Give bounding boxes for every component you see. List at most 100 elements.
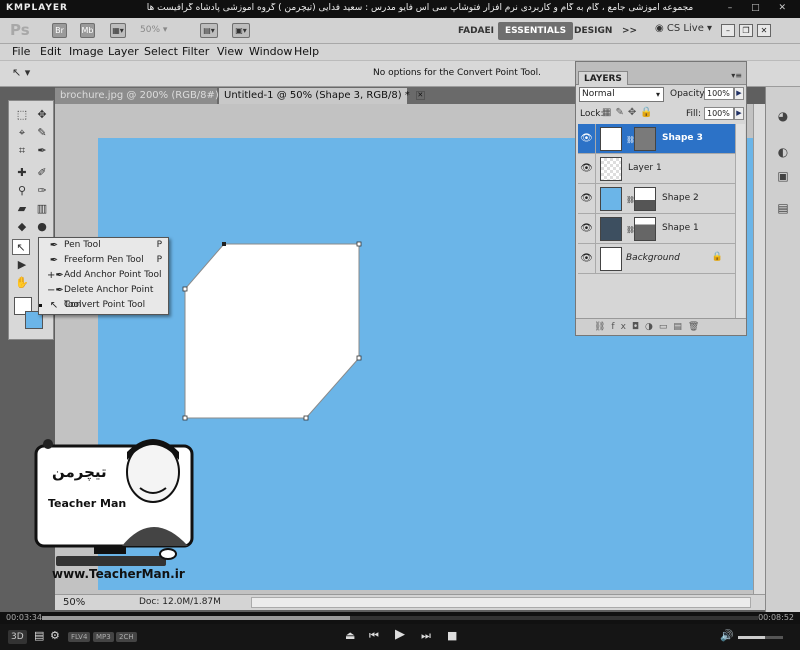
menu-select[interactable]: Select (144, 45, 178, 58)
cs-live-button[interactable]: ◉ CS Live ▾ (655, 23, 712, 34)
clone-stamp-tool-icon[interactable]: ⚲ (13, 183, 31, 199)
opacity-input[interactable]: 100% (704, 87, 734, 100)
anchor-point[interactable] (356, 241, 362, 247)
restore-icon[interactable]: ❐ (739, 24, 753, 37)
more-workspaces-icon[interactable]: >> (615, 22, 644, 40)
playlist-icon[interactable]: ▤ (34, 629, 44, 642)
menu-filter[interactable]: Filter (182, 45, 209, 58)
minimize-icon[interactable]: – (721, 24, 735, 37)
gradient-tool-icon[interactable]: ▥ (33, 201, 51, 217)
hand-tool-icon[interactable]: ✋ (13, 275, 31, 291)
vector-mask-thumbnail[interactable] (634, 217, 656, 241)
dodge-tool-icon[interactable]: ● (33, 219, 51, 235)
menu-layer[interactable]: Layer (108, 45, 139, 58)
status-zoom[interactable]: 50% (63, 597, 85, 608)
workspace-fadaei[interactable]: FADAEI (451, 22, 501, 40)
menu-help[interactable]: Help (294, 45, 319, 58)
pen-tool-icon[interactable]: ↖ (12, 239, 30, 255)
opacity-arrow-icon[interactable]: ▶ (734, 87, 744, 100)
flyout-add-anchor-point-tool[interactable]: +✒ Add Anchor Point Tool (39, 268, 168, 283)
layers-panel-footer[interactable]: ⛓fx◘◑▭▤🗑 (576, 318, 746, 335)
layers-scrollbar[interactable] (735, 124, 745, 320)
tab-layers[interactable]: LAYERS (578, 71, 628, 85)
anchor-point[interactable] (356, 355, 362, 361)
menu-file[interactable]: File (12, 45, 30, 58)
flyout-delete-anchor-point-tool[interactable]: −✒ Delete Anchor Point Tool (39, 283, 168, 310)
quick-select-tool-icon[interactable]: ✎ (33, 125, 51, 141)
panel-menu-icon[interactable]: ▾≡ (731, 71, 742, 80)
layer-row-shape-3[interactable]: 👁 ⛓ Shape 3 (578, 124, 735, 154)
arrange-documents-icon[interactable]: ▤▾ (200, 23, 218, 38)
workspace-essentials[interactable]: ESSENTIALS (498, 22, 574, 40)
crop-tool-icon[interactable]: ⌗ (13, 143, 31, 159)
white-shape-path[interactable] (184, 243, 360, 419)
anchor-point[interactable] (182, 286, 188, 292)
3d-button[interactable]: 3D (8, 630, 27, 644)
brush-tool-icon[interactable]: ✐ (33, 165, 51, 181)
move-tool-icon[interactable]: ✥ (33, 107, 51, 123)
play-icon[interactable]: ▶ (395, 627, 405, 642)
seek-track[interactable] (42, 616, 758, 620)
flyout-convert-point-tool[interactable]: ↖ Convert Point Tool (39, 298, 168, 313)
blend-mode-select[interactable]: Normal ▾ (579, 87, 664, 102)
lock-icons[interactable]: ▦✎✥🔒 (602, 107, 657, 118)
eject-icon[interactable]: ⏏ (345, 629, 355, 642)
healing-brush-tool-icon[interactable]: ✚ (13, 165, 31, 181)
layer-row-layer-1[interactable]: 👁 Layer 1 (578, 154, 735, 184)
tab-untitled-1[interactable]: Untitled-1 @ 50% (Shape 3, RGB/8) * ✕ (219, 88, 425, 104)
horizontal-scrollbar[interactable] (251, 597, 751, 608)
screen-mode-icon[interactable]: ▣▾ (232, 23, 250, 38)
previous-icon[interactable]: ⏮ (369, 629, 379, 643)
settings-gear-icon[interactable]: ⚙ (50, 629, 60, 642)
blur-tool-icon[interactable]: ◆ (13, 219, 31, 235)
flyout-freeform-pen-tool[interactable]: ✒ Freeform Pen Tool P (39, 253, 168, 268)
layers-panel-header[interactable] (576, 62, 746, 70)
marquee-tool-icon[interactable]: ⬚ (13, 107, 31, 123)
visibility-eye-icon[interactable]: 👁 (578, 124, 596, 154)
mini-bridge-icon[interactable]: Mb (80, 23, 95, 38)
volume-icon[interactable]: 🔊 (720, 629, 734, 642)
flyout-pen-tool[interactable]: ✒ Pen Tool P (39, 238, 168, 253)
tool-preset-picker[interactable]: ↖ ▾ (12, 66, 44, 83)
lasso-tool-icon[interactable]: ⌖ (13, 125, 31, 141)
zoom-level-dropdown[interactable]: 50% ▾ (140, 23, 195, 38)
layer-row-shape-1[interactable]: 👁 ⛓ Shape 1 (578, 214, 735, 244)
menu-window[interactable]: Window (249, 45, 292, 58)
eraser-tool-icon[interactable]: ▰ (13, 201, 31, 217)
fill-arrow-icon[interactable]: ▶ (734, 107, 744, 120)
visibility-eye-icon[interactable]: 👁 (578, 214, 596, 244)
anchor-point[interactable] (182, 415, 188, 421)
opacity-label: Opacity: (670, 89, 707, 99)
history-brush-tool-icon[interactable]: ✑ (33, 183, 51, 199)
close-tab-icon[interactable]: ✕ (415, 90, 425, 100)
path-selection-tool-icon[interactable]: ▶ (13, 257, 31, 273)
masks-panel-icon[interactable]: ▣ (774, 167, 792, 185)
eyedropper-tool-icon[interactable]: ✒ (33, 143, 51, 159)
menu-image[interactable]: Image (69, 45, 103, 58)
view-extras-icon[interactable]: ▦▾ (110, 23, 126, 38)
player-window-buttons[interactable]: – □ ✕ (728, 3, 794, 13)
tab-brochure[interactable]: brochure.jpg @ 200% (RGB/8#)✕ (55, 88, 234, 104)
menu-view[interactable]: View (217, 45, 243, 58)
anchor-point-selected[interactable] (222, 242, 226, 246)
visibility-eye-icon[interactable]: 👁 (578, 184, 596, 214)
visibility-eye-icon[interactable]: 👁 (578, 154, 596, 184)
volume-slider[interactable] (738, 636, 783, 639)
layer-row-shape-2[interactable]: 👁 ⛓ Shape 2 (578, 184, 735, 214)
next-icon[interactable]: ⏭ (421, 629, 431, 643)
layer-row-background[interactable]: 👁 Background 🔒 (578, 244, 735, 274)
fill-input[interactable]: 100% (704, 107, 734, 120)
close-icon[interactable]: ✕ (757, 24, 771, 37)
mini-bridge-panel-icon[interactable]: ▤ (774, 199, 792, 217)
bridge-icon[interactable]: Br (52, 23, 67, 38)
vector-mask-thumbnail[interactable] (634, 187, 656, 211)
vertical-scrollbar[interactable] (753, 104, 765, 594)
menu-edit[interactable]: Edit (40, 45, 61, 58)
workspace-design[interactable]: DESIGN (567, 22, 619, 40)
vector-mask-thumbnail[interactable] (634, 127, 656, 151)
adjustments-panel-icon[interactable]: ◐ (774, 143, 792, 161)
anchor-point[interactable] (303, 415, 309, 421)
color-panel-icon[interactable]: ◕ (774, 107, 792, 125)
visibility-eye-icon[interactable]: 👁 (578, 244, 596, 274)
stop-icon[interactable]: ■ (447, 629, 457, 642)
